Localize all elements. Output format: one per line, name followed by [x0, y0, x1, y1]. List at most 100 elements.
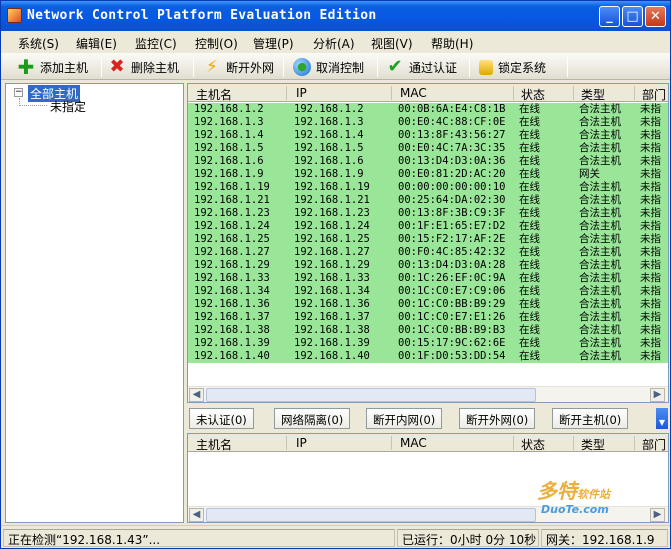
scroll-right-icon[interactable]: ▶	[650, 388, 665, 402]
watermark-brand-sub: 软件站	[577, 488, 610, 501]
scroll-left-icon[interactable]: ◀	[189, 388, 204, 402]
tab-disconnect-internal[interactable]: 断开内网(0)	[366, 408, 443, 429]
menu-edit[interactable]: 编辑(E)	[76, 35, 117, 52]
cell-status: 在线	[519, 246, 540, 258]
scroll-thumb[interactable]	[206, 388, 536, 402]
cell-type: 合法主机	[579, 272, 621, 284]
table-row[interactable]: 192.168.1.19 192.168.1.19 00:00:00:00:00:1…	[188, 181, 668, 194]
scroll-thumb[interactable]	[206, 508, 536, 522]
tab-network-isolation[interactable]: 网络隔离(0)	[274, 408, 351, 429]
cell-ip: 192.168.1.33	[294, 272, 370, 284]
cell-ip: 192.168.1.27	[294, 246, 370, 258]
plus-icon: ✚	[17, 55, 35, 79]
table-row[interactable]: 192.168.1.6 192.168.1.6 00:13:D4:D3:0A:36 在…	[188, 155, 668, 168]
column-header-mac[interactable]: MAC	[400, 436, 427, 450]
table-row[interactable]: 192.168.1.34 192.168.1.34 00:1C:C0:E7:C9:0…	[188, 285, 668, 298]
column-header-name[interactable]: 主机名	[196, 436, 232, 453]
maximize-button[interactable]: □	[622, 6, 643, 27]
cell-ip: 192.168.1.19	[294, 181, 370, 193]
tab-unauthenticated[interactable]: 未认证(0)	[189, 408, 254, 429]
column-divider	[391, 436, 392, 450]
watermark-logo: 多特软件站	[537, 475, 610, 504]
cell-status: 在线	[519, 155, 540, 167]
pass-auth-button[interactable]: ✔ 通过认证	[386, 56, 457, 78]
column-header-type[interactable]: 类型	[581, 436, 605, 453]
table-row[interactable]: 192.168.1.27 192.168.1.27 00:F0:4C:85:42:3…	[188, 246, 668, 259]
column-header-ip[interactable]: IP	[296, 436, 307, 450]
cell-dept: 未指	[640, 220, 661, 232]
cell-mac: 00:15:F2:17:AF:2E	[398, 233, 506, 245]
table-row[interactable]: 192.168.1.3 192.168.1.3 00:E0:4C:88:CF:0E 在…	[188, 116, 668, 129]
cell-ip: 192.168.1.24	[294, 220, 370, 232]
table-row[interactable]: 192.168.1.33 192.168.1.33 00:1C:26:EF:0C:9…	[188, 272, 668, 285]
table-row[interactable]: 192.168.1.2 192.168.1.2 00:0B:6A:E4:C8:1B 在…	[188, 103, 668, 116]
cancel-control-button[interactable]: ● 取消控制	[293, 56, 364, 78]
column-header-name[interactable]: 主机名	[196, 86, 232, 103]
table-row[interactable]: 192.168.1.4 192.168.1.4 00:13:8F:43:56:27 在…	[188, 129, 668, 142]
lock-system-button[interactable]: 锁定系统	[479, 56, 546, 78]
cell-ip: 192.168.1.37	[294, 311, 370, 323]
menu-system[interactable]: 系统(S)	[18, 35, 59, 52]
column-header-type[interactable]: 类型	[581, 86, 605, 103]
menu-analyze[interactable]: 分析(A)	[313, 35, 355, 52]
collapse-icon[interactable]: −	[14, 88, 23, 97]
delete-x-icon: ✖	[109, 56, 125, 77]
table-row[interactable]: 192.168.1.38 192.168.1.38 00:1C:C0:BB:B9:B…	[188, 324, 668, 337]
table-row[interactable]: 192.168.1.39 192.168.1.39 00:15:17:9C:62:6…	[188, 337, 668, 350]
cell-type: 合法主机	[579, 142, 621, 154]
table-row[interactable]: 192.168.1.40 192.168.1.40 00:1F:D0:53:DD:5…	[188, 350, 668, 363]
column-header-status[interactable]: 状态	[521, 436, 545, 453]
cell-mac: 00:15:17:9C:62:6E	[398, 337, 506, 349]
table-row[interactable]: 192.168.1.21 192.168.1.21 00:25:64:DA:02:3…	[188, 194, 668, 207]
cell-mac: 00:E0:81:2D:AC:20	[398, 168, 506, 180]
table-row[interactable]: 192.168.1.25 192.168.1.25 00:15:F2:17:AF:2…	[188, 233, 668, 246]
title-bar[interactable]: Network Control Platform Evaluation Edit…	[1, 1, 670, 31]
column-header-ip[interactable]: IP	[296, 86, 307, 100]
table-row[interactable]: 192.168.1.24 192.168.1.24 00:1F:E1:65:E7:D…	[188, 220, 668, 233]
cell-dept: 未指	[640, 285, 661, 297]
tree-item-unassigned[interactable]: 未指定	[50, 98, 86, 115]
cell-name: 192.168.1.37	[194, 311, 270, 323]
cell-type: 合法主机	[579, 155, 621, 167]
menu-help[interactable]: 帮助(H)	[431, 35, 473, 52]
delete-host-label: 删除主机	[131, 60, 180, 75]
table-row[interactable]: 192.168.1.37 192.168.1.37 00:1C:C0:E7:E1:2…	[188, 311, 668, 324]
cell-ip: 192.168.1.38	[294, 324, 370, 336]
column-divider	[513, 436, 514, 450]
column-header-dept[interactable]: 部门	[642, 436, 666, 453]
menu-monitor[interactable]: 监控(C)	[135, 35, 177, 52]
host-list-table[interactable]: 主机名 IP MAC 状态 类型 部门 192.168.1.2 192.168.1…	[187, 83, 669, 403]
table-row[interactable]: 192.168.1.36 192.168.1.36 00:1C:C0:BB:B9:2…	[188, 298, 668, 311]
cell-status: 在线	[519, 298, 540, 310]
table-row[interactable]: 192.168.1.5 192.168.1.5 00:E0:4C:7A:3C:35 在…	[188, 142, 668, 155]
menu-manage[interactable]: 管理(P)	[253, 35, 294, 52]
table-row[interactable]: 192.168.1.23 192.168.1.23 00:13:8F:3B:C9:3…	[188, 207, 668, 220]
cell-name: 192.168.1.34	[194, 285, 270, 297]
column-header-dept[interactable]: 部门	[642, 86, 666, 103]
table-row[interactable]: 192.168.1.29 192.168.1.29 00:13:D4:D3:0A:2…	[188, 259, 668, 272]
minimize-button[interactable]: _	[599, 6, 620, 27]
toolbar-separator	[193, 57, 194, 77]
close-button[interactable]: ✕	[645, 6, 666, 27]
cell-name: 192.168.1.23	[194, 207, 270, 219]
column-header-status[interactable]: 状态	[521, 86, 545, 103]
cell-dept: 未指	[640, 103, 661, 115]
scroll-right-icon[interactable]: ▶	[650, 508, 665, 522]
cell-mac: 00:13:D4:D3:0A:36	[398, 155, 506, 167]
delete-host-button[interactable]: ✖ 删除主机	[108, 56, 179, 78]
host-group-tree[interactable]: − 全部主机 未指定	[5, 83, 184, 523]
menu-control[interactable]: 控制(O)	[195, 35, 238, 52]
column-header-mac[interactable]: MAC	[400, 86, 427, 100]
table-row[interactable]: 192.168.1.9 192.168.1.9 00:E0:81:2D:AC:20 在…	[188, 168, 668, 181]
tab-dropdown-icon[interactable]: ▼	[656, 408, 668, 429]
menu-view[interactable]: 视图(V)	[371, 35, 413, 52]
horizontal-scrollbar[interactable]: ◀ ▶	[188, 386, 668, 402]
tab-disconnect-external[interactable]: 断开外网(0)	[459, 408, 536, 429]
add-host-button[interactable]: ✚ 添加主机	[17, 56, 88, 78]
tab-disconnect-host[interactable]: 断开主机(0)	[552, 408, 629, 429]
disconnect-external-button[interactable]: ⚡ 断开外网	[203, 56, 274, 78]
cell-status: 在线	[519, 103, 540, 115]
cell-dept: 未指	[640, 194, 661, 206]
cell-status: 在线	[519, 168, 540, 180]
scroll-left-icon[interactable]: ◀	[189, 508, 204, 522]
